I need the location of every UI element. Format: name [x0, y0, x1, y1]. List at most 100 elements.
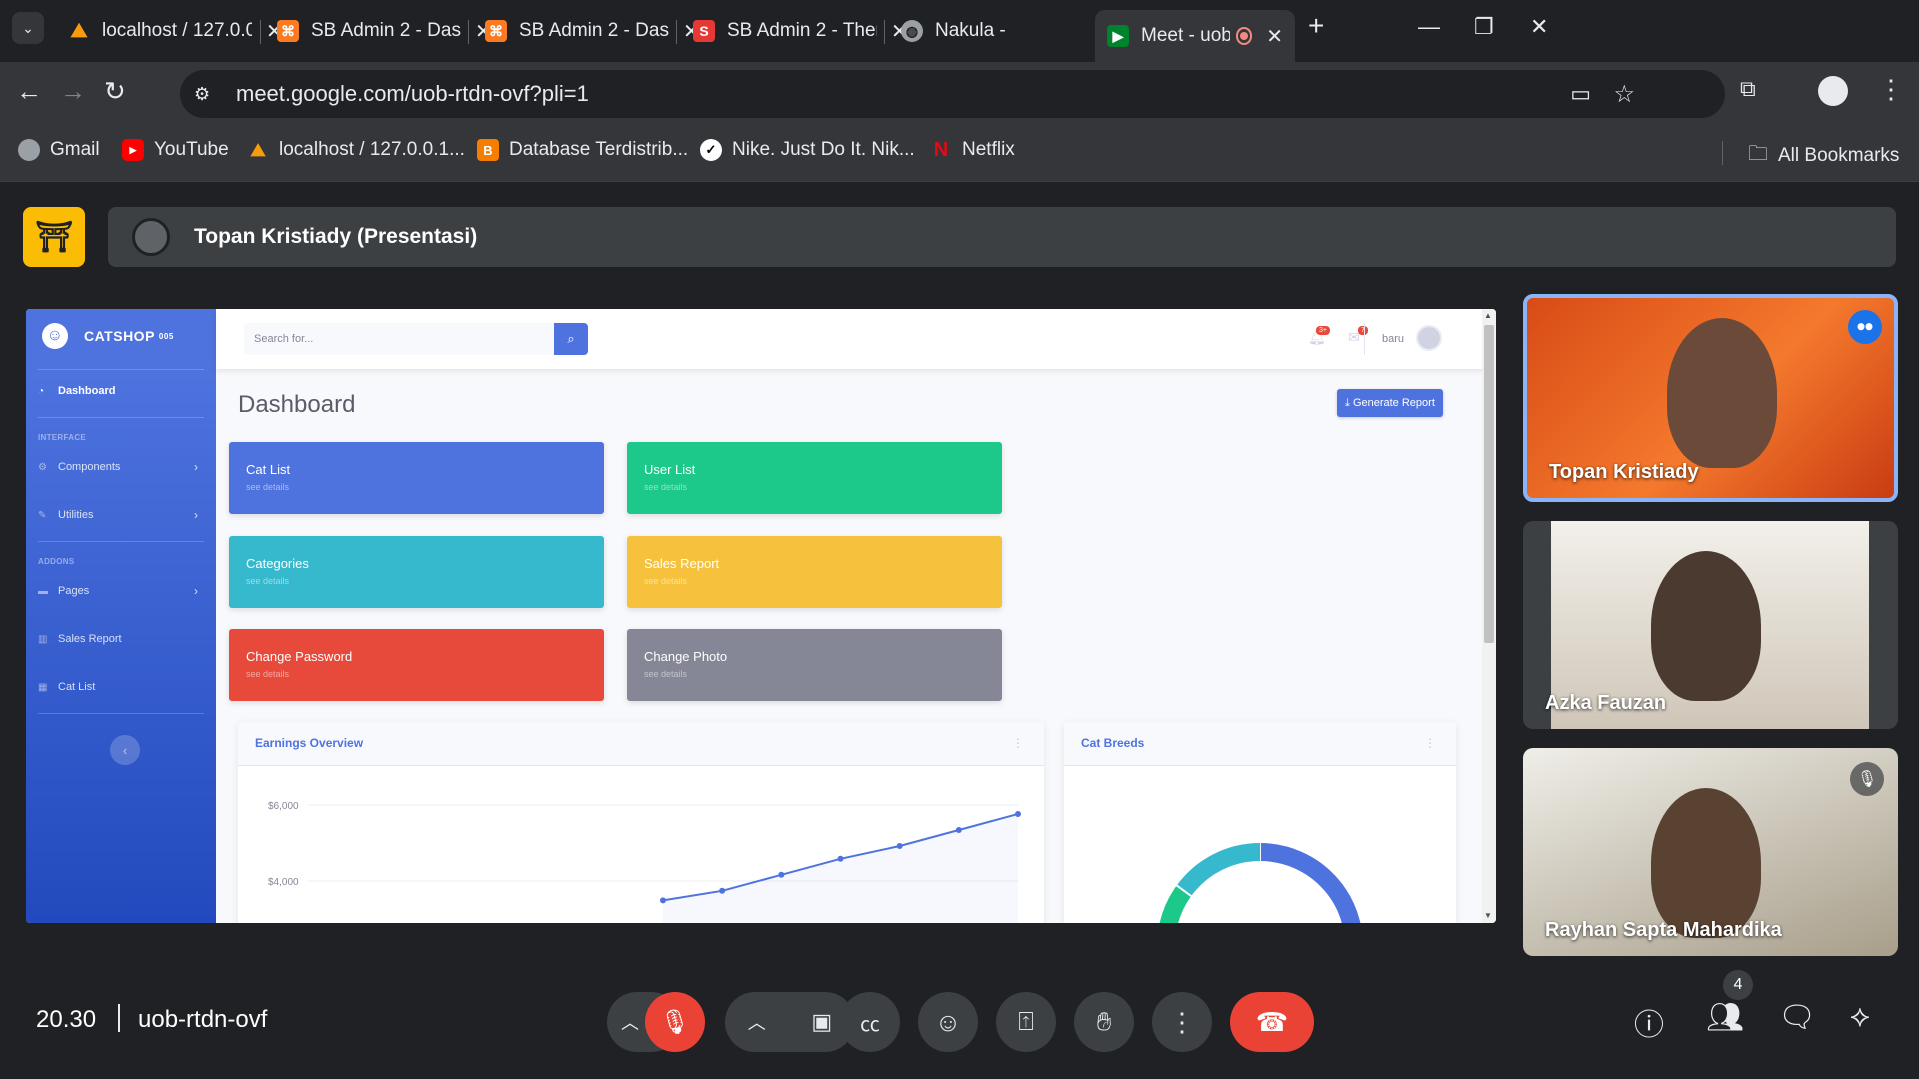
back-icon[interactable]: ←	[16, 76, 42, 107]
folder-icon: ▬	[38, 585, 48, 597]
present-button[interactable]: ⍐	[996, 992, 1056, 1052]
tab-nakula[interactable]: ◍ Nakula - ✕	[889, 10, 1128, 52]
more-icon[interactable]: ⋮	[1424, 736, 1436, 750]
bookmark-netflix[interactable]: N Netflix	[930, 139, 1015, 161]
sidebar-item-dashboard[interactable]: ◔ Dashboard	[38, 385, 115, 397]
sidebar-item-pages[interactable]: ▬ Pages ›	[38, 584, 198, 598]
reload-icon[interactable]: ↻	[104, 76, 126, 107]
section-addons: ADDONS	[38, 557, 75, 566]
url-text: meet.google.com/uob-rtdn-ovf?pli=1	[236, 81, 589, 106]
participant-tile-3[interactable]: 🎙︎ Rayhan Sapta Mahardika	[1523, 748, 1898, 956]
user-avatar[interactable]	[1416, 325, 1442, 351]
user-name[interactable]: baru	[1382, 333, 1404, 345]
minimize-icon[interactable]: —	[1418, 14, 1440, 40]
card-categories[interactable]: Categories see details	[229, 536, 604, 608]
raise-hand-button[interactable]: ✋︎	[1074, 992, 1134, 1052]
chevron-up-icon: ︿	[621, 1013, 639, 1033]
sidebar-item-sales-report[interactable]: ▥ Sales Report	[38, 633, 122, 645]
mic-off-icon: 🎙︎	[659, 1008, 691, 1036]
donut-slice	[1176, 843, 1261, 897]
tab-title: SB Admin 2 - Dash	[311, 20, 461, 41]
close-window-icon[interactable]: ✕	[1530, 14, 1548, 40]
close-icon[interactable]: ✕	[1266, 24, 1283, 49]
gear-icon: ⚙	[38, 461, 47, 473]
emoji-button[interactable]: ☺	[918, 992, 978, 1052]
people-icon[interactable]: 👥︎	[1706, 1000, 1744, 1035]
sidebar-item-components[interactable]: ⚙ Components ›	[38, 460, 198, 474]
table-icon: ▦	[38, 681, 48, 693]
restore-icon[interactable]: ❐	[1474, 14, 1494, 40]
wrench-icon: ✎	[38, 509, 47, 521]
address-bar[interactable]: ⚙ meet.google.com/uob-rtdn-ovf?pli=1 ▭ ☆	[180, 70, 1725, 118]
tab-localhost[interactable]: ⛰ localhost / 127.0.0. ✕	[56, 10, 295, 52]
brand[interactable]: ☺ CATSHOP 005	[42, 323, 174, 349]
card-cat-list[interactable]: Cat List see details	[229, 442, 604, 514]
bookmarks-bar: Gmail ▶ YouTube ⛰ localhost / 127.0.0.1...…	[0, 127, 1919, 182]
card-sales-report[interactable]: Sales Report see details	[627, 536, 1002, 608]
exit-presentation-icon[interactable]: ⛩	[23, 207, 85, 267]
sidebar-item-cat-list[interactable]: ▦ Cat List	[38, 681, 95, 693]
data-point	[837, 855, 844, 862]
info-icon[interactable]: ⓘ	[1634, 1000, 1664, 1044]
participant-name: Topan Kristiady	[1549, 461, 1699, 483]
earnings-panel: Earnings Overview ⋮ $6,000 $4,000	[238, 722, 1044, 923]
card-change-password[interactable]: Change Password see details	[229, 629, 604, 701]
xampp-icon: ⌘	[277, 20, 299, 42]
tab-search-icon[interactable]: ⌄	[12, 12, 44, 44]
folder-icon: 🗀	[1748, 143, 1768, 165]
sidebar-toggle-button[interactable]: ‹	[110, 735, 140, 765]
chevron-up-icon: ︿	[747, 1013, 766, 1033]
recording-icon	[1235, 27, 1253, 45]
y-tick-label: $6,000	[268, 801, 299, 812]
more-icon[interactable]: ⋮	[1012, 736, 1024, 750]
camera-button[interactable]: ︿ ▣	[725, 992, 855, 1052]
earnings-area	[663, 814, 1018, 923]
bookmark-gmail[interactable]: Gmail	[18, 139, 100, 161]
activities-icon[interactable]: ⟡	[1850, 1000, 1870, 1034]
site-info-icon[interactable]: ⚙	[194, 84, 210, 105]
speaking-icon: ⦁⦁	[1848, 310, 1882, 344]
camera-icon[interactable]: ▭	[1570, 81, 1591, 107]
mic-button[interactable]: 🎙︎	[645, 992, 705, 1052]
scrollbar-thumb[interactable]	[1484, 325, 1494, 643]
bookmark-nike[interactable]: ✓ Nike. Just Do It. Nik...	[700, 139, 915, 161]
more-options-button[interactable]: ⋮	[1152, 992, 1212, 1052]
participant-tile-2[interactable]: Azka Fauzan	[1523, 521, 1898, 729]
card-user-list[interactable]: User List see details	[627, 442, 1002, 514]
tab-meet[interactable]: ▶ Meet - uob-rtd ✕	[1095, 10, 1295, 62]
captions-button[interactable]: ㏄	[840, 992, 900, 1052]
extensions-icon[interactable]: ⧉	[1740, 76, 1756, 102]
emoji-icon: ☺	[934, 1006, 962, 1037]
card-change-photo[interactable]: Change Photo see details	[627, 629, 1002, 701]
menu-icon[interactable]: ⋮	[1878, 74, 1904, 105]
all-bookmarks[interactable]: 🗀 All Bookmarks	[1748, 139, 1899, 173]
blogger-icon: B	[477, 139, 499, 161]
chevron-right-icon: ›	[194, 584, 198, 598]
bookmark-youtube[interactable]: ▶ YouTube	[122, 139, 229, 161]
page-scrollbar[interactable]: ▲ ▼	[1482, 309, 1496, 923]
bookmark-database[interactable]: B Database Terdistrib...	[477, 139, 688, 161]
new-tab-button[interactable]: +	[1308, 10, 1324, 42]
download-icon: ⤓	[1345, 397, 1350, 409]
search-input[interactable]: Search for...	[244, 323, 554, 355]
profile-avatar[interactable]	[1818, 76, 1848, 106]
generate-report-button[interactable]: ⤓ Generate Report	[1337, 389, 1443, 417]
bookmark-localhost[interactable]: ⛰ localhost / 127.0.0.1...	[247, 139, 464, 161]
tab-title: localhost / 127.0.0.	[102, 20, 252, 41]
meet-stage: ⛩ Topan Kristiady (Presentasi) ☺ CATSHOP…	[0, 182, 1919, 1079]
muted-icon: 🎙︎	[1850, 762, 1884, 796]
search-button[interactable]: ⌕	[554, 323, 588, 355]
nike-icon: ✓	[700, 139, 722, 161]
forward-icon[interactable]: →	[60, 76, 86, 107]
presenter-avatar	[132, 218, 170, 256]
section-interface: INTERFACE	[38, 433, 87, 442]
sidebar-item-utilities[interactable]: ✎ Utilities ›	[38, 508, 198, 522]
chat-icon[interactable]: 🗨︎	[1778, 1000, 1816, 1035]
participant-tile-1[interactable]: ⦁⦁ Topan Kristiady	[1523, 294, 1898, 502]
tab-title: SB Admin 2 - Dash	[519, 20, 669, 41]
leave-call-button[interactable]: ☎	[1230, 992, 1314, 1052]
chevron-right-icon: ›	[194, 508, 198, 522]
bookmark-star-icon[interactable]: ☆	[1613, 80, 1635, 109]
hang-up-icon: ☎	[1255, 1006, 1289, 1037]
xampp-icon: ⌘	[485, 20, 507, 42]
